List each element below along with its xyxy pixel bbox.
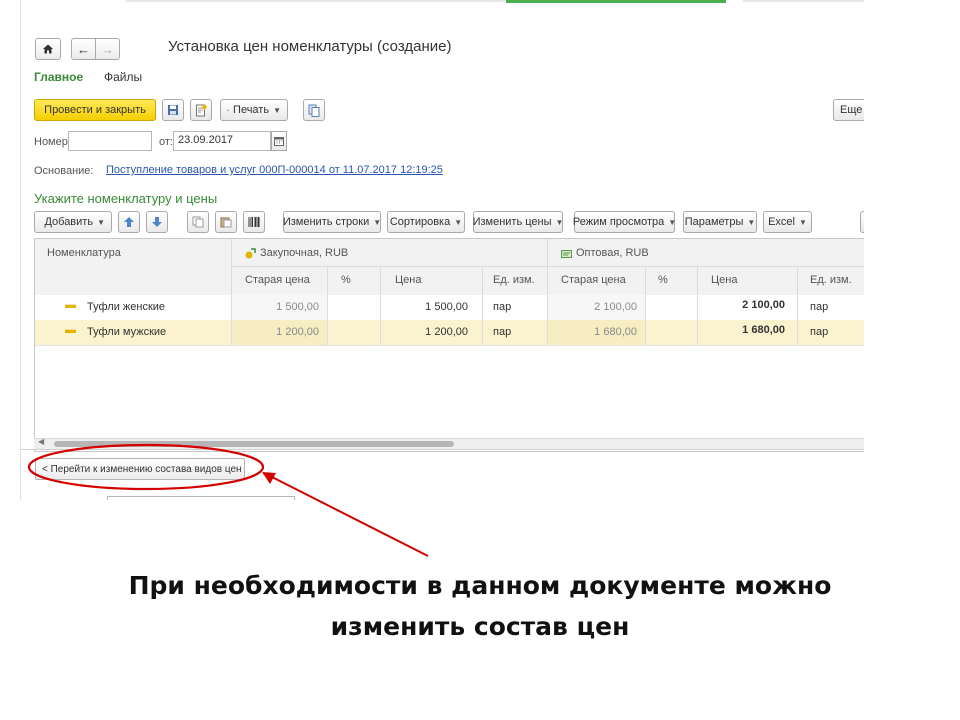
highlight-ellipse (27, 443, 265, 491)
caption-line-1: При необходимости в данном документе мож… (128, 571, 832, 600)
annotation-arrow-line (267, 474, 429, 557)
caption-line-2: изменить состав цен (330, 612, 630, 641)
